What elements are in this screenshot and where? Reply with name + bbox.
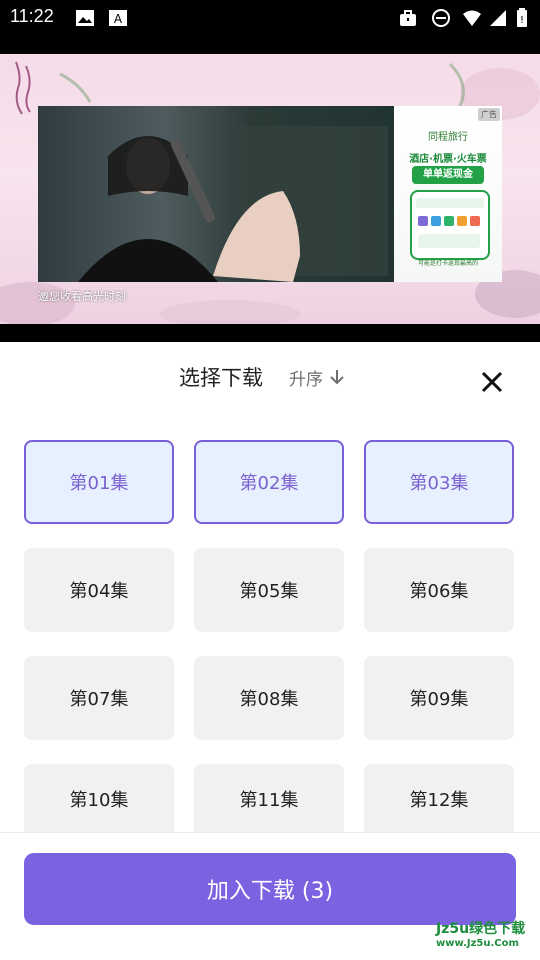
video-thumbnail [78,126,388,282]
download-sheet: 选择下载 升序 第01集 第02集 第03集第04集 第05集 第06集第07集 第08集… [0,342,540,960]
episode-label: 第11集 [239,790,299,811]
episode-label: 第09集 [409,689,469,710]
episode-tile[interactable]: 第04集 [24,548,174,632]
text-notification-icon: A [109,10,127,26]
episode-tile[interactable]: 第12集 [364,764,514,834]
episode-tile[interactable]: 第01集 [24,440,174,524]
episode-label: 第04集 [69,581,129,602]
episode-tile[interactable]: 第10集 [24,764,174,834]
site-watermark: Jz5u绿色下载 www.Jz5u.Com [436,918,525,949]
ad-cashback-badge: 单单返现金 [412,166,484,184]
episode-tile[interactable]: 第06集 [364,548,514,632]
svg-text:!: ! [520,15,524,26]
episode-tile[interactable]: 第11集 [194,764,344,834]
ad-phone-illustration [410,190,490,260]
watermark-line2: www.Jz5u.Com [436,938,519,949]
episode-label: 第08集 [239,689,299,710]
episode-label: 第01集 [69,473,129,494]
ad-panel[interactable]: 广告 同程旅行 酒店·机票·火车票 单单返现金 可能是打卡返现最高的 [394,106,502,282]
video-top-letterbox [0,36,540,54]
episode-tile[interactable]: 第07集 [24,656,174,740]
status-time: 11:22 [10,6,54,26]
episode-label: 第07集 [69,689,129,710]
ad-headline: 酒店·机票·火车票 [409,154,487,165]
briefcase-icon [400,10,416,26]
arrow-down-icon [330,370,344,385]
ad-brand: 同程旅行 [428,132,468,143]
video-frame[interactable] [38,106,394,282]
status-bar: 11:22 A ! [0,0,540,36]
episode-tile[interactable]: 第02集 [194,440,344,524]
episode-label: 第02集 [239,473,299,494]
add-to-download-button[interactable]: 加入下载 (3) [24,853,516,925]
episode-tile[interactable]: 第05集 [194,548,344,632]
sort-order-label: 升序 [289,369,323,390]
svg-text:A: A [114,12,123,26]
banner-caption: 邀您收看高光时刻 [38,290,126,303]
episode-tile[interactable]: 第03集 [364,440,514,524]
close-icon[interactable] [478,368,506,396]
episode-label: 第12集 [409,790,469,811]
watermark-line1: Jz5u绿色下载 [436,921,526,937]
ad-phone-screen [416,198,484,248]
do-not-disturb-icon [432,9,450,27]
image-notification-icon [76,10,94,26]
episode-label: 第03集 [409,473,469,494]
episode-label: 第06集 [409,581,469,602]
episode-tile[interactable]: 第09集 [364,656,514,740]
video-player-banner[interactable]: 广告 同程旅行 酒店·机票·火车票 单单返现金 可能是打卡返现最高的 邀您收看高… [0,54,540,324]
sort-order-button[interactable]: 升序 [289,365,345,390]
sheet-title: 选择下载 [179,366,263,390]
signal-icon [490,10,506,26]
video-bottom-letterbox [0,324,540,342]
wifi-icon [463,10,481,26]
battery-icon: ! [517,8,527,27]
episode-label: 第05集 [239,581,299,602]
episode-tile[interactable]: 第08集 [194,656,344,740]
episode-label: 第10集 [69,790,129,811]
ad-badge: 广告 [478,108,500,121]
ad-caption: 可能是打卡返现最高的 [417,260,478,267]
